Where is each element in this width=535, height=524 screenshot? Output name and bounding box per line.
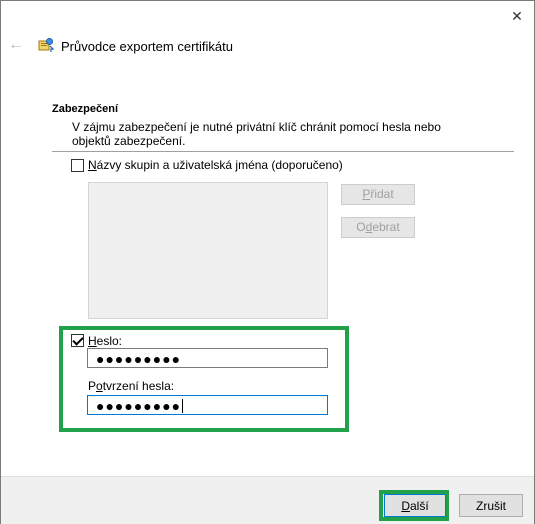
password-value: ●●●●●●●●● bbox=[96, 351, 182, 367]
certificate-export-wizard-window: ✕ ← Průvodce exportem certifikátu Zabezp… bbox=[0, 0, 535, 524]
divider bbox=[52, 151, 514, 152]
groups-checkbox[interactable] bbox=[71, 159, 84, 172]
confirm-password-value: ●●●●●●●●● bbox=[96, 398, 182, 414]
section-description: V zájmu zabezpečení je nutné privátní kl… bbox=[72, 120, 441, 148]
password-label: Heslo: bbox=[88, 334, 123, 348]
certificate-wizard-icon bbox=[38, 38, 54, 52]
confirm-password-label: Potvrzení hesla: bbox=[88, 379, 175, 393]
groups-checkbox-label-rest: ázvy skupin a uživatelská jména (doporuč… bbox=[96, 158, 343, 172]
text-caret bbox=[182, 399, 184, 413]
wizard-header: ← Průvodce exportem certifikátu bbox=[1, 1, 534, 67]
groups-list[interactable] bbox=[88, 182, 328, 319]
password-checkbox[interactable] bbox=[71, 334, 84, 347]
back-arrow-icon[interactable]: ← bbox=[8, 37, 24, 53]
wizard-title: Průvodce exportem certifikátu bbox=[61, 39, 233, 54]
section-title: Zabezpečení bbox=[52, 103, 119, 115]
cancel-button[interactable]: Zrušit bbox=[459, 494, 523, 517]
add-button[interactable]: Přidat bbox=[341, 184, 415, 205]
remove-button[interactable]: Odebrat bbox=[341, 217, 415, 238]
confirm-password-input[interactable]: ●●●●●●●●● bbox=[87, 395, 328, 415]
next-button[interactable]: Další bbox=[384, 494, 446, 517]
groups-checkbox-label-first-letter: N bbox=[88, 158, 97, 172]
password-input[interactable]: ●●●●●●●●● bbox=[87, 348, 328, 368]
wizard-footer: Další Zrušit bbox=[1, 476, 534, 524]
groups-checkbox-label: Názvy skupin a uživatelská jména (doporu… bbox=[88, 158, 343, 172]
